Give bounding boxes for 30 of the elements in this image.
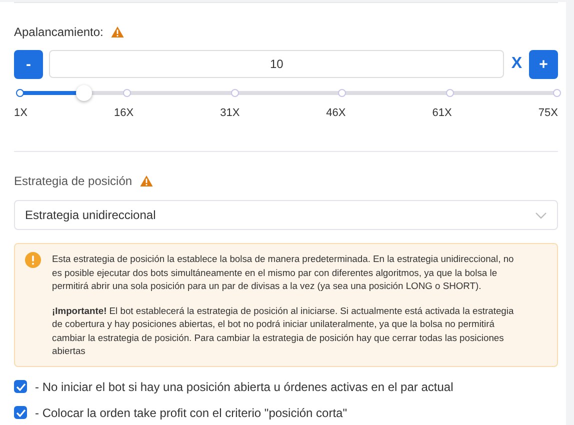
option-label: - No iniciar el bot si hay una posición abierta u órdenes activas en el par actual — [35, 380, 454, 394]
slider-tick — [123, 89, 132, 97]
alert-text: ¡Importante! El bot establecerá la estrategia de posición al iniciarse. Si actualmente está activada la estrategia de cobertura y hay posiciones abiertas, el bot no podrá iniciar unilateralmente, ya que la bolsa no permitirá cambiar la estrategia de posición. Para cambiar la estrategia de posición hay que cerrar todas las posiciones abiertas — [52, 304, 515, 358]
slider-thumb[interactable] — [76, 85, 92, 101]
decrease-button[interactable]: - — [14, 50, 43, 78]
tick-label: 61X — [432, 107, 452, 119]
field-label: Estrategia de posición — [14, 174, 132, 188]
tick-label: 31X — [220, 107, 240, 119]
chevron-down-icon — [535, 212, 547, 218]
warning-icon — [140, 175, 154, 187]
slider-tick — [338, 89, 346, 97]
field-label: Apalancamiento: — [14, 25, 104, 39]
tick-label: 46X — [326, 107, 346, 119]
alert-text: Esta estrategia de posición la establece la bolsa de manera predeterminada. En la estrategia unidireccional, no es posible ejecutar dos bots simultáneamente en el mismo par con diferentes algoritmos, ya que la bolsa le permitirá abrir una sola posición para un par de divisas a la vez (ya sea una posición LONG o SHORT). — [52, 252, 515, 292]
tick-label: 75X — [538, 107, 558, 119]
tick-label: 1X — [14, 107, 28, 119]
checkbox[interactable] — [14, 406, 27, 419]
unit-label: X — [511, 55, 522, 73]
checkbox[interactable] — [14, 380, 27, 393]
slider-tick — [446, 89, 454, 97]
option-label: - Colocar la orden take profit con el criterio "posición corta" — [35, 406, 347, 420]
slider-tick — [230, 89, 239, 97]
warning-icon — [111, 26, 124, 38]
strategy-dropdown[interactable]: Estrategia unidireccional — [14, 200, 558, 230]
slider-tick — [16, 89, 24, 97]
leverage-input[interactable]: 10 — [49, 50, 504, 78]
increase-button[interactable]: + — [529, 50, 558, 78]
exclamation-icon — [25, 252, 41, 268]
tick-label: 16X — [114, 107, 134, 119]
slider-tick — [553, 89, 561, 97]
